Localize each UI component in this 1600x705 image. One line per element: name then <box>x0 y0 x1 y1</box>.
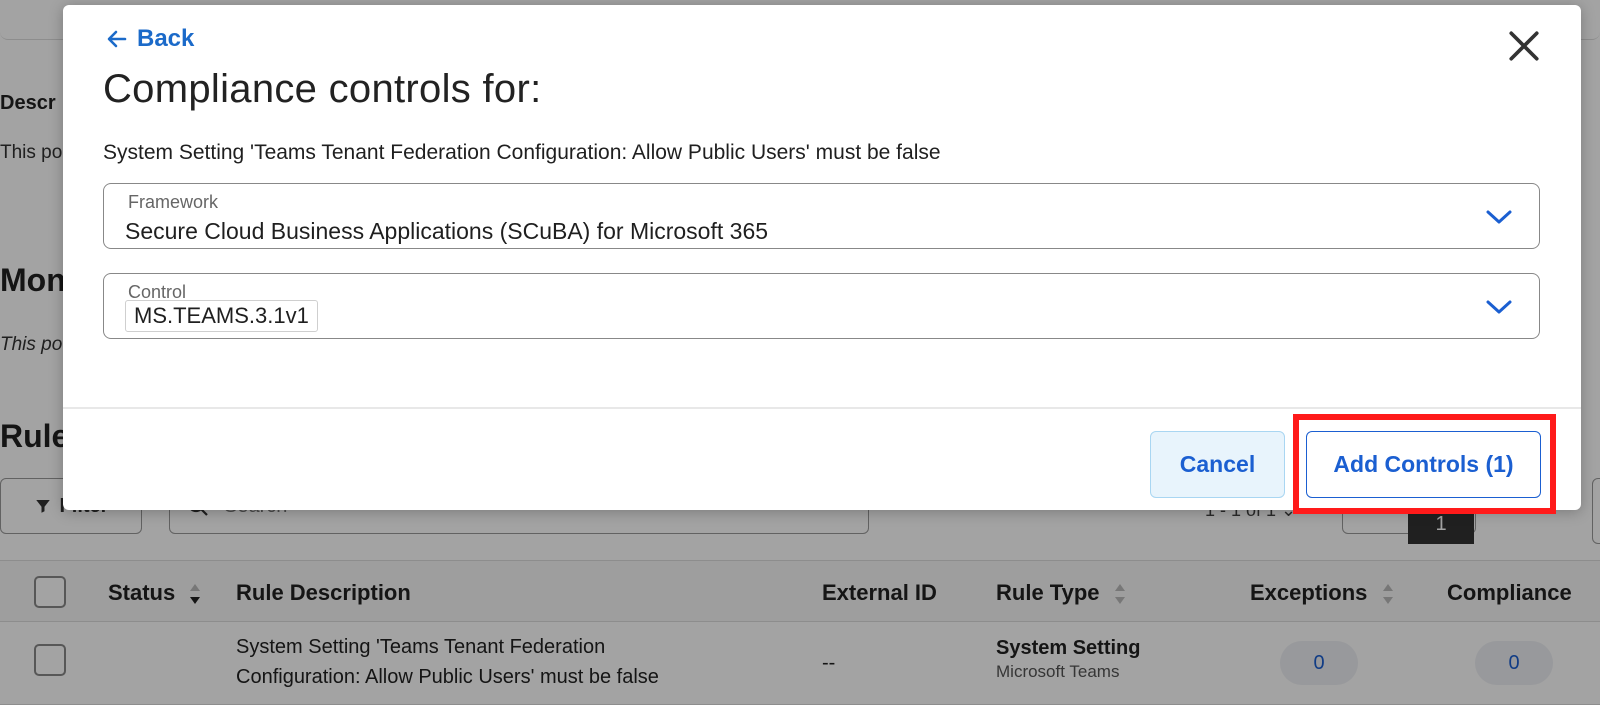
arrow-left-icon <box>107 30 127 48</box>
modal-title: Compliance controls for: <box>103 67 542 111</box>
control-select[interactable]: Control MS.TEAMS.3.1v1 <box>103 273 1540 339</box>
add-controls-button[interactable]: Add Controls (1) <box>1306 431 1541 498</box>
close-icon <box>1509 31 1539 61</box>
chevron-down-icon <box>1486 300 1512 314</box>
framework-value: Secure Cloud Business Applications (SCuB… <box>125 218 769 244</box>
close-button[interactable] <box>1503 25 1545 67</box>
framework-label: Framework <box>128 192 219 212</box>
framework-select[interactable]: Framework Secure Cloud Business Applicat… <box>103 183 1540 249</box>
modal-footer-divider <box>63 407 1581 409</box>
cancel-button[interactable]: Cancel <box>1150 431 1285 498</box>
chevron-down-icon <box>1486 210 1512 224</box>
control-chip[interactable]: MS.TEAMS.3.1v1 <box>125 300 318 332</box>
back-link[interactable]: Back <box>105 25 194 53</box>
back-label: Back <box>137 25 195 52</box>
rule-description: System Setting 'Teams Tenant Federation … <box>103 141 941 164</box>
